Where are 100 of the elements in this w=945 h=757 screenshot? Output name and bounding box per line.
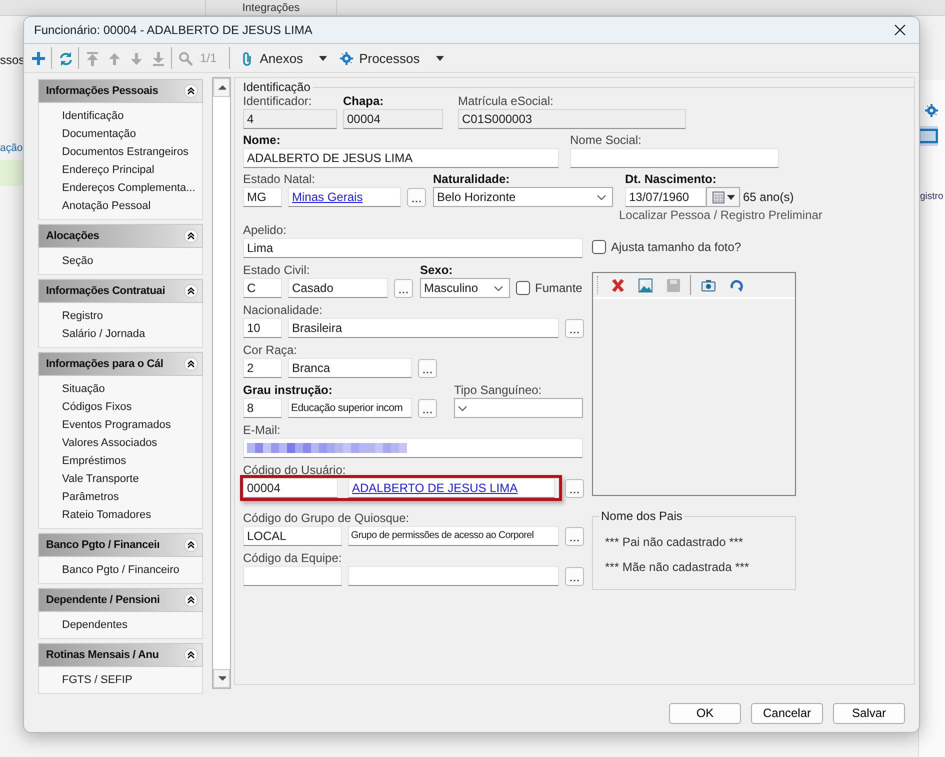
text-field[interactable]: Brasileira	[288, 318, 559, 338]
sidebar-item[interactable]: Anotação Pessoal	[62, 197, 151, 216]
sidebar-item[interactable]: Salário / Jornada	[62, 325, 146, 344]
collapse-icon	[184, 284, 198, 298]
lookup-button[interactable]	[418, 398, 437, 418]
lookup-button[interactable]	[418, 358, 437, 378]
text-field[interactable]: Minas Gerais	[288, 187, 401, 208]
text-field[interactable]: Educação superior incom	[288, 398, 412, 418]
search-icon[interactable]	[178, 50, 192, 66]
add-icon[interactable]	[30, 50, 46, 66]
gear-icon	[339, 50, 354, 66]
date-picker-button[interactable]	[706, 187, 740, 208]
field-label: Sexo:	[420, 263, 454, 278]
text-field[interactable]: C	[243, 278, 282, 298]
lookup-button[interactable]	[565, 526, 584, 546]
text-field[interactable]: Branca	[288, 358, 412, 378]
text-field[interactable]: 00004	[243, 478, 338, 498]
first-record-icon[interactable]	[84, 50, 100, 66]
dots-icon	[570, 331, 579, 334]
section-header[interactable]: Dependente / Pensioni	[38, 588, 203, 612]
text-field[interactable]	[243, 566, 342, 586]
section-header[interactable]: Informações para o Cál	[38, 352, 203, 376]
background-tab[interactable]: Integrações	[205, 0, 337, 15]
down-arrow-icon[interactable]	[128, 50, 144, 66]
lookup-button[interactable]	[565, 566, 584, 586]
background-text: ação	[0, 142, 23, 154]
camera-icon[interactable]	[700, 278, 716, 293]
lookup-link[interactable]: Localizar Pessoa / Registro Preliminar	[619, 208, 822, 222]
collapse-icon	[184, 538, 198, 552]
sidebar-item[interactable]: Documentos Estrangeiros	[62, 143, 189, 162]
field-label: Identificador:	[243, 94, 313, 110]
field-label: Tipo Sanguíneo:	[454, 383, 543, 398]
text-field[interactable]	[570, 148, 779, 168]
text-field[interactable]: 13/07/1960	[625, 187, 706, 208]
field-label: Naturalidade:	[433, 172, 511, 188]
sidebar-item[interactable]: Parâmetros	[62, 488, 119, 506]
sidebar-item[interactable]: Valores Associados	[62, 434, 158, 452]
collapse-icon	[184, 593, 198, 608]
text-field[interactable]: Grupo de permissões de acesso ao Corporel	[348, 526, 559, 546]
sidebar-item[interactable]: Registro	[62, 307, 103, 326]
text-field[interactable]: MG	[243, 187, 282, 208]
dropdown[interactable]	[454, 398, 583, 418]
text-field[interactable]: 4	[243, 109, 337, 130]
text-field[interactable]	[243, 438, 583, 458]
sidebar-item[interactable]: Eventos Programados	[62, 416, 171, 434]
text-field[interactable]: C01S000003	[458, 109, 686, 130]
text-field[interactable]: 2	[243, 358, 282, 378]
checkbox[interactable]	[592, 240, 606, 254]
text-field[interactable]: Casado	[288, 278, 388, 298]
image-icon[interactable]	[638, 278, 652, 293]
last-record-icon[interactable]	[150, 50, 166, 66]
text-field[interactable]: ADALBERTO DE JESUS LIMA	[243, 148, 559, 168]
close-icon[interactable]	[893, 23, 907, 38]
dialog-button[interactable]: Salvar	[833, 702, 905, 724]
sidebar-item[interactable]: Empréstimos	[62, 452, 126, 470]
delete-icon[interactable]	[610, 278, 624, 293]
text-field[interactable]: Lima	[243, 238, 583, 258]
text-field[interactable]: LOCAL	[243, 526, 342, 546]
sidebar-item[interactable]: Situação	[62, 380, 105, 398]
section-header[interactable]: Informações Pessoais	[38, 79, 203, 104]
processes-menu[interactable]: Processos	[337, 46, 446, 70]
sidebar-item[interactable]: Endereços Complementa...	[62, 179, 196, 198]
dialog-button[interactable]: OK	[669, 702, 741, 724]
section-header[interactable]: Rotinas Mensais / Anu	[38, 643, 203, 668]
field-label: Matrícula eSocial:	[458, 94, 554, 110]
lookup-button[interactable]	[565, 318, 584, 338]
text-field[interactable]: 00004	[343, 109, 443, 130]
dialog-button[interactable]: Cancelar	[751, 702, 823, 724]
checkbox[interactable]	[516, 281, 530, 296]
sidebar-item[interactable]: Vale Transporte	[62, 470, 139, 488]
scrollbar[interactable]	[212, 77, 231, 690]
lookup-button[interactable]	[407, 188, 426, 207]
text-field[interactable]: ADALBERTO DE JESUS LIMA	[348, 478, 555, 498]
save-icon[interactable]	[666, 278, 680, 293]
dropdown[interactable]: Masculino	[420, 278, 510, 298]
sidebar-item[interactable]: Identificação	[62, 107, 124, 126]
lookup-button[interactable]	[565, 478, 584, 498]
checkbox-label: Ajusta tamanho da foto?	[611, 240, 742, 254]
rotate-icon[interactable]	[728, 278, 744, 293]
sidebar-item[interactable]: Documentação	[62, 125, 136, 144]
attachments-menu[interactable]: Anexos	[238, 46, 330, 70]
record-counter: 1/1	[199, 51, 218, 66]
refresh-icon[interactable]	[58, 50, 72, 66]
up-arrow-icon[interactable]	[106, 50, 122, 66]
dots-icon	[412, 200, 421, 204]
section-header[interactable]: Alocações	[38, 224, 203, 248]
text-field[interactable]	[348, 566, 559, 586]
section-header[interactable]: Informações Contratuai	[38, 279, 203, 304]
text-field[interactable]: 10	[243, 318, 282, 338]
text-field[interactable]: 8	[243, 398, 282, 418]
sidebar-item[interactable]: Rateio Tomadores	[62, 506, 152, 524]
dropdown[interactable]: Belo Horizonte	[433, 187, 613, 208]
sidebar-item[interactable]: Seção	[62, 252, 94, 270]
lookup-button[interactable]	[394, 278, 413, 298]
section-header[interactable]: Banco Pgto / Financeiı	[38, 533, 203, 558]
sidebar-item[interactable]: Códigos Fixos	[62, 398, 132, 416]
age-text: 65 ano(s)	[743, 190, 794, 204]
checkbox-label: Fumante	[535, 281, 582, 296]
dots-icon	[570, 539, 579, 542]
sidebar-item[interactable]: Endereço Principal	[62, 161, 154, 180]
